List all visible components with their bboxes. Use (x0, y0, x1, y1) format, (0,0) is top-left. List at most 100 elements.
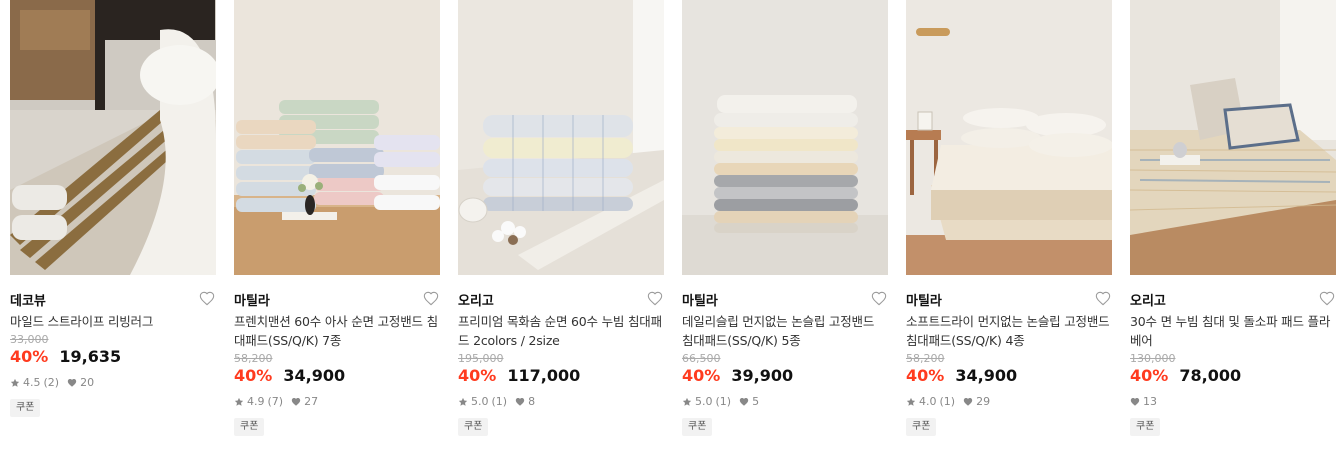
original-price: 66,500 (682, 352, 721, 365)
heart-filled-icon (291, 398, 301, 406)
like-count: 27 (304, 395, 319, 408)
coupon-badge: 쿠폰 (906, 418, 937, 436)
product-image[interactable] (10, 0, 216, 275)
original-price: 58,200 (906, 352, 945, 365)
brand-name[interactable]: 오리고 (458, 294, 494, 309)
product-meta: 4.0 (1) 29 (906, 394, 1112, 410)
brand-row: 오리고 (458, 290, 664, 309)
heart-filled-icon (67, 379, 77, 387)
sale-price: 19,635 (59, 347, 122, 366)
brand-name[interactable]: 마틸라 (682, 294, 718, 309)
product-meta: 4.9 (7) 27 (234, 394, 440, 410)
like-count: 20 (80, 376, 95, 389)
coupon-badge: 쿠폰 (10, 399, 41, 417)
rating-value: 4.9 (247, 395, 265, 408)
coupon-badge: 쿠폰 (458, 418, 489, 436)
product-meta: 5.0 (1) 8 (458, 394, 664, 410)
wishlist-heart-icon[interactable] (198, 290, 216, 308)
rating-value: 5.0 (695, 395, 713, 408)
product-image[interactable] (234, 0, 440, 275)
like-count: 29 (976, 395, 991, 408)
rating: 4.5 (2) (10, 375, 59, 391)
brand-row: 데코뷰 (10, 290, 216, 309)
wishlist-heart-icon[interactable] (870, 290, 888, 308)
brand-name[interactable]: 마틸라 (906, 294, 942, 309)
discount-rate: 40% (1130, 366, 1169, 385)
product-meta: 4.5 (2) 20 (10, 375, 216, 391)
heart-filled-icon (1130, 398, 1140, 406)
likes: 29 (963, 394, 990, 410)
review-count: (1) (491, 395, 508, 408)
rating: 5.0 (1) (458, 394, 507, 410)
price-row: 40% 78,000 (1130, 366, 1336, 386)
brand-name[interactable]: 마틸라 (234, 294, 270, 309)
like-count: 5 (752, 395, 760, 408)
product-title[interactable]: 데일리슬립 먼지없는 논슬립 고정밴드 침대패드(SS/Q/K) 5종 (682, 312, 888, 350)
product-title[interactable]: 프리미엄 목화솜 순면 60수 누빔 침대패드 2colors / 2size (458, 312, 664, 350)
rating: 4.9 (7) (234, 394, 283, 410)
heart-filled-icon (515, 398, 525, 406)
coupon-badge: 쿠폰 (234, 418, 265, 436)
product-card[interactable]: 오리고 프리미엄 목화솜 순면 60수 누빔 침대패드 2colors / 2s… (458, 0, 664, 436)
product-image[interactable] (682, 0, 888, 275)
product-card[interactable]: 마틸라 데일리슬립 먼지없는 논슬립 고정밴드 침대패드(SS/Q/K) 5종 … (682, 0, 888, 436)
heart-filled-icon (963, 398, 973, 406)
likes: 8 (515, 394, 535, 410)
star-icon (458, 397, 468, 406)
star-icon (682, 397, 692, 406)
product-title[interactable]: 마일드 스트라이프 리빙러그 (10, 312, 216, 331)
product-meta: 13 (1130, 394, 1336, 410)
price-row: 40% 117,000 (458, 366, 664, 386)
product-image[interactable] (906, 0, 1112, 275)
discount-rate: 40% (682, 366, 721, 385)
wishlist-heart-icon[interactable] (422, 290, 440, 308)
product-title[interactable]: 소프트드라이 먼지없는 논슬립 고정밴드 침대패드(SS/Q/K) 4종 (906, 312, 1112, 350)
likes: 13 (1130, 394, 1157, 410)
wishlist-heart-icon[interactable] (646, 290, 664, 308)
review-count: (1) (939, 395, 956, 408)
coupon-badge: 쿠폰 (682, 418, 713, 436)
brand-row: 마틸라 (906, 290, 1112, 309)
original-price: 33,000 (10, 333, 49, 346)
original-price: 58,200 (234, 352, 273, 365)
rating-value: 5.0 (471, 395, 489, 408)
original-price: 195,000 (458, 352, 504, 365)
original-price: 130,000 (1130, 352, 1176, 365)
product-image[interactable] (458, 0, 664, 275)
likes: 27 (291, 394, 318, 410)
discount-rate: 40% (906, 366, 945, 385)
brand-row: 마틸라 (682, 290, 888, 309)
price-row: 40% 19,635 (10, 347, 216, 367)
review-count: (7) (267, 395, 284, 408)
brand-name[interactable]: 오리고 (1130, 294, 1166, 309)
discount-rate: 40% (458, 366, 497, 385)
brand-name[interactable]: 데코뷰 (10, 294, 46, 309)
heart-filled-icon (739, 398, 749, 406)
product-image[interactable] (1130, 0, 1336, 275)
price-row: 40% 34,900 (234, 366, 440, 386)
sale-price: 39,900 (731, 366, 794, 385)
product-card[interactable]: 오리고 30수 면 누빔 침대 및 돌소파 패드 플라베어 130,000 40… (1130, 0, 1336, 436)
product-title[interactable]: 프렌치맨션 60수 아사 순면 고정밴드 침대패드(SS/Q/K) 7종 (234, 312, 440, 350)
product-title[interactable]: 30수 면 누빔 침대 및 돌소파 패드 플라베어 (1130, 312, 1336, 350)
like-count: 8 (528, 395, 536, 408)
brand-row: 마틸라 (234, 290, 440, 309)
brand-row: 오리고 (1130, 290, 1336, 309)
product-meta: 5.0 (1) 5 (682, 394, 888, 410)
discount-rate: 40% (10, 347, 49, 366)
discount-rate: 40% (234, 366, 273, 385)
product-grid: 데코뷰 마일드 스트라이프 리빙러그 33,000 40% 19,635 4.5… (0, 0, 1341, 475)
wishlist-heart-icon[interactable] (1318, 290, 1336, 308)
review-count: (1) (715, 395, 732, 408)
rating: 5.0 (1) (682, 394, 731, 410)
coupon-badge: 쿠폰 (1130, 418, 1161, 436)
product-card[interactable]: 데코뷰 마일드 스트라이프 리빙러그 33,000 40% 19,635 4.5… (10, 0, 216, 417)
product-card[interactable]: 마틸라 소프트드라이 먼지없는 논슬립 고정밴드 침대패드(SS/Q/K) 4종… (906, 0, 1112, 436)
review-count: (2) (43, 376, 60, 389)
wishlist-heart-icon[interactable] (1094, 290, 1112, 308)
star-icon (10, 378, 20, 387)
sale-price: 34,900 (955, 366, 1018, 385)
product-card[interactable]: 마틸라 프렌치맨션 60수 아사 순면 고정밴드 침대패드(SS/Q/K) 7종… (234, 0, 440, 436)
likes: 20 (67, 375, 94, 391)
rating: 4.0 (1) (906, 394, 955, 410)
